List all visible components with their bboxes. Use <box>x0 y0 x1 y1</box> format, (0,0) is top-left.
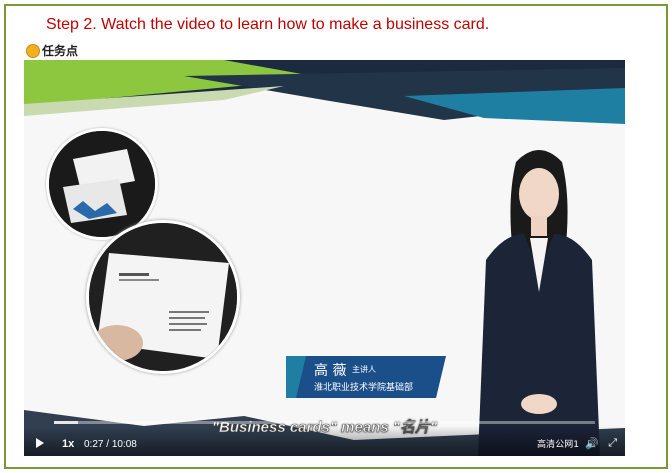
time-display: 0:27 / 10:08 <box>84 439 137 450</box>
task-point: 任务点 <box>26 42 78 59</box>
control-bar: 1x 0:27 / 10:08 高清 公网1 🔊 ⤢ <box>24 426 625 456</box>
volume-icon[interactable]: 🔊 <box>585 437 599 450</box>
progress-fill <box>54 421 78 424</box>
speaker-role: 主讲人 <box>352 365 376 374</box>
total-time: 10:08 <box>111 439 137 450</box>
business-card-photo-2 <box>86 220 240 374</box>
progress-bar[interactable] <box>54 421 595 424</box>
video-player[interactable]: 高 薇 主讲人 淮北职业技术学院基础部 "Business cards" mea… <box>24 60 625 456</box>
step-title: Step 2. Watch the video to learn how to … <box>46 16 490 33</box>
presenter-figure <box>478 150 600 456</box>
task-point-icon <box>26 43 40 58</box>
speaker-organization: 淮北职业技术学院基础部 <box>314 383 414 393</box>
current-time: 0:27 <box>84 439 104 450</box>
task-point-label: 任务点 <box>42 44 79 58</box>
line-button[interactable]: 公网1 <box>555 437 579 450</box>
quality-button[interactable]: 高清 <box>537 437 555 450</box>
time-separator: / <box>106 439 110 450</box>
play-icon[interactable] <box>36 438 44 448</box>
speaker-name: 高 薇 <box>314 363 347 379</box>
playback-speed-button[interactable]: 1x <box>62 438 74 450</box>
fullscreen-icon[interactable]: ⤢ <box>608 437 617 450</box>
